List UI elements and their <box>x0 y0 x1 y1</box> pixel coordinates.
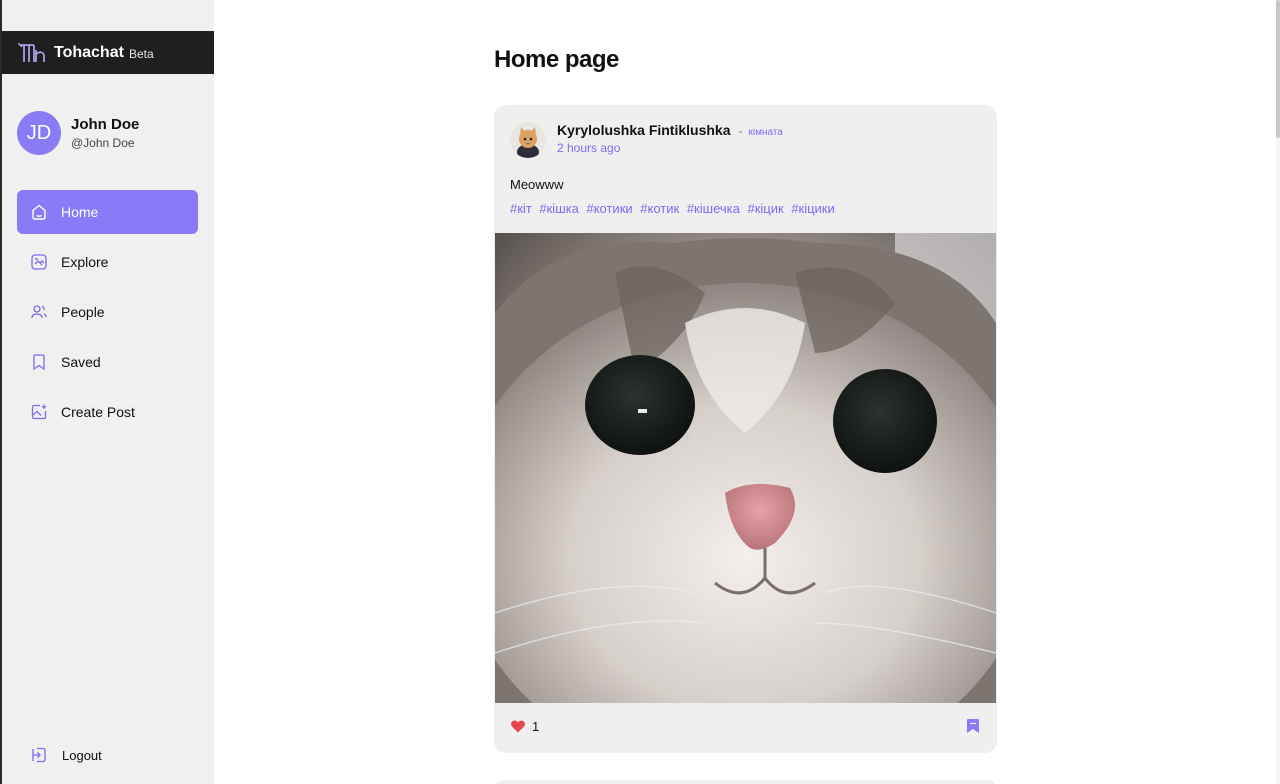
page-title: Home page <box>494 46 619 73</box>
create-post-icon <box>30 403 48 421</box>
heart-icon[interactable] <box>510 718 526 734</box>
home-icon <box>30 203 48 221</box>
post-caption: Meowww <box>510 177 564 192</box>
hashtag[interactable]: #кішечка <box>687 201 740 216</box>
post-room-link[interactable]: кімната <box>749 127 783 138</box>
scrollbar-thumb[interactable] <box>1276 0 1280 138</box>
sidebar-item-label: Explore <box>61 254 109 270</box>
like-count: 1 <box>532 718 540 734</box>
post-timestamp: 2 hours ago <box>557 141 621 155</box>
cat-avatar-icon <box>510 122 546 158</box>
user-profile[interactable]: JD John Doe @John Doe <box>17 111 139 155</box>
logout-button[interactable]: Logout <box>30 746 102 764</box>
avatar[interactable]: JD <box>17 111 61 155</box>
hashtag[interactable]: #кіцик <box>747 201 783 216</box>
post-card: Kyrylolushka Fintiklushka - кімната 2 ho… <box>494 105 997 753</box>
brand-header[interactable]: Tohachat Beta <box>2 31 214 74</box>
explore-icon <box>30 253 48 271</box>
sidebar: Tohachat Beta JD John Doe @John Doe Home… <box>0 0 214 784</box>
kitten-photo <box>495 233 996 703</box>
bookmark-icon <box>30 353 48 371</box>
sidebar-nav: Home Explore People Saved Create Post <box>17 190 198 440</box>
post-separator: - <box>738 124 743 138</box>
logout-label: Logout <box>62 747 102 763</box>
post-image[interactable] <box>495 233 996 703</box>
sidebar-item-home[interactable]: Home <box>17 190 198 234</box>
sidebar-item-label: People <box>61 304 105 320</box>
sidebar-item-label: Home <box>61 204 99 220</box>
post-author-avatar[interactable] <box>510 122 546 158</box>
post-tags: #кіт #кішка #котики #котик #кішечка #кіц… <box>510 201 839 216</box>
post-header: Kyrylolushka Fintiklushka - кімната 2 ho… <box>510 122 783 158</box>
sidebar-item-people[interactable]: People <box>17 290 198 334</box>
user-info: John Doe @John Doe <box>71 116 139 150</box>
sidebar-item-explore[interactable]: Explore <box>17 240 198 284</box>
hashtag[interactable]: #кішка <box>539 201 578 216</box>
sidebar-item-create-post[interactable]: Create Post <box>17 390 198 434</box>
beta-badge: Beta <box>128 47 154 61</box>
people-icon <box>30 303 48 321</box>
post-author-row: Kyrylolushka Fintiklushka - кімната <box>557 122 783 138</box>
post-actions: 1 <box>510 718 980 734</box>
brand-name: Tohachat <box>54 43 124 61</box>
post-meta: Kyrylolushka Fintiklushka - кімната 2 ho… <box>557 122 783 155</box>
post-author-name[interactable]: Kyrylolushka Fintiklushka <box>557 122 731 138</box>
hashtag[interactable]: #котик <box>640 201 679 216</box>
user-name: John Doe <box>71 116 140 133</box>
sidebar-item-label: Create Post <box>61 404 135 420</box>
next-post-card <box>494 780 997 784</box>
user-handle: @John Doe <box>71 136 135 150</box>
hashtag[interactable]: #котики <box>586 201 632 216</box>
save-bookmark-icon[interactable] <box>966 718 980 734</box>
hashtag[interactable]: #кіцики <box>791 201 834 216</box>
logout-icon <box>30 746 48 764</box>
logo-icon <box>18 42 45 62</box>
sidebar-item-saved[interactable]: Saved <box>17 340 198 384</box>
hashtag[interactable]: #кіт <box>510 201 532 216</box>
like-control: 1 <box>510 718 539 734</box>
sidebar-item-label: Saved <box>61 354 101 370</box>
page-scrollbar[interactable] <box>1276 0 1280 784</box>
